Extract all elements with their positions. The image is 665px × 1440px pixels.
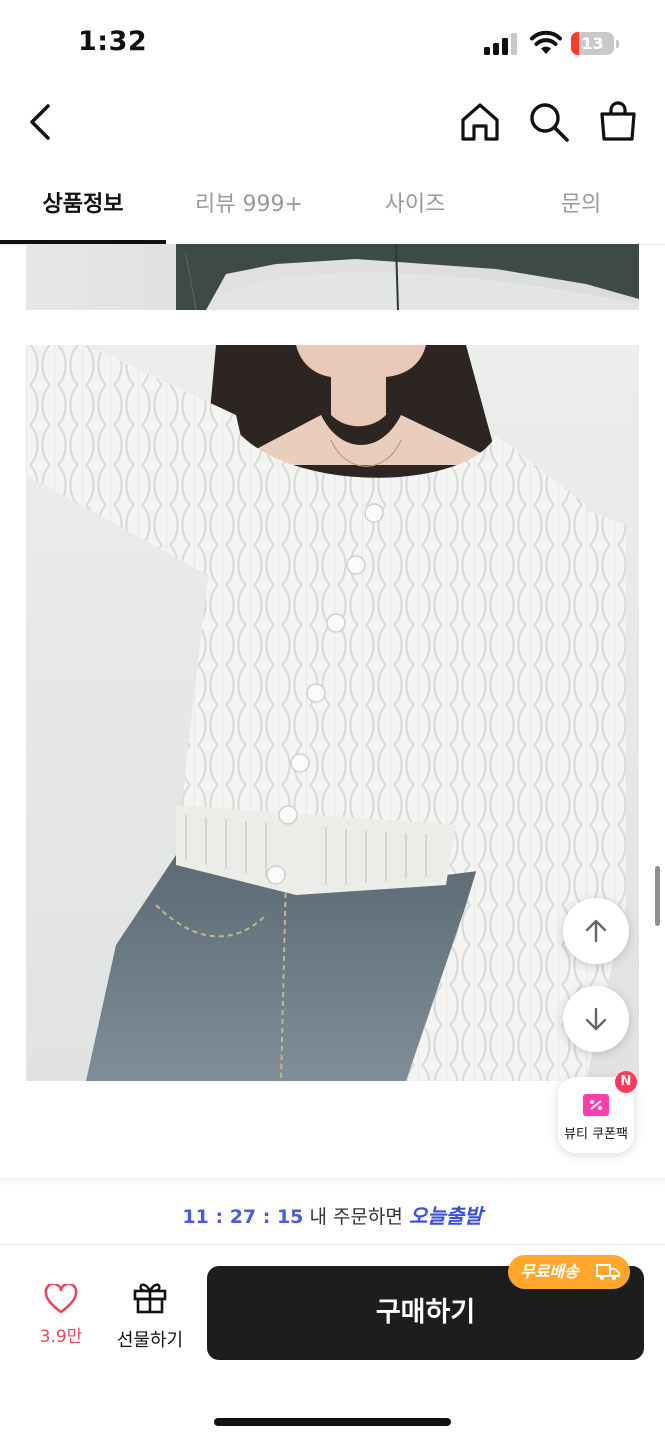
tab-reviews[interactable]: 리뷰 999+ xyxy=(166,176,332,244)
gift-button[interactable]: 선물하기 xyxy=(110,1280,190,1352)
tab-inquiry[interactable]: 문의 xyxy=(498,176,664,244)
gift-label: 선물하기 xyxy=(116,1330,184,1351)
coupon-icon xyxy=(583,1094,609,1116)
home-indicator xyxy=(214,1418,451,1426)
cart-button[interactable] xyxy=(596,100,640,144)
scroll-up-button[interactable] xyxy=(563,898,629,964)
tab-bar: 상품정보 리뷰 999+ 사이즈 문의 xyxy=(0,176,665,245)
same-day-shipping-label: 오늘출발 xyxy=(408,1204,483,1228)
status-time: 1:32 xyxy=(78,26,148,57)
battery-percent: 13 xyxy=(581,34,604,53)
like-button[interactable]: 3.9만 xyxy=(30,1282,92,1347)
heart-icon xyxy=(44,1282,78,1314)
new-badge: N xyxy=(615,1071,637,1093)
scrollbar[interactable] xyxy=(655,866,660,926)
search-icon xyxy=(530,103,569,142)
free-shipping-label: 무료배송 xyxy=(520,1262,579,1281)
tab-product-info[interactable]: 상품정보 xyxy=(0,176,166,244)
signal-icon xyxy=(484,33,517,55)
search-button[interactable] xyxy=(527,100,571,144)
back-button[interactable] xyxy=(20,100,64,144)
arrow-down-icon xyxy=(585,1007,607,1031)
gift-icon xyxy=(133,1283,167,1314)
order-text: 내 주문하면 xyxy=(309,1206,403,1228)
product-image-cardigan xyxy=(26,345,639,1081)
countdown-timer: 11 : 27 : 15 xyxy=(182,1206,304,1228)
product-image-top xyxy=(26,244,639,310)
home-icon xyxy=(461,103,499,141)
arrow-up-icon xyxy=(585,919,607,943)
coupon-label: 뷰티 쿠폰팩 xyxy=(564,1127,628,1142)
home-button[interactable] xyxy=(458,100,502,144)
shopping-bag-icon xyxy=(600,101,636,141)
delivery-countdown: 11 : 27 : 15 내 주문하면 오늘출발 xyxy=(0,1198,665,1234)
scroll-down-button[interactable] xyxy=(563,986,629,1052)
wifi-icon xyxy=(530,30,562,54)
divider xyxy=(0,1244,665,1245)
beauty-coupon-pack-button[interactable]: 뷰티 쿠폰팩 N xyxy=(558,1071,637,1153)
battery-indicator: 13 xyxy=(571,32,621,56)
tab-size[interactable]: 사이즈 xyxy=(332,176,498,244)
truck-icon xyxy=(596,1264,620,1280)
divider xyxy=(0,1178,665,1186)
free-shipping-badge: 무료배송 xyxy=(508,1255,630,1289)
like-count: 3.9만 xyxy=(39,1327,83,1347)
chevron-left-icon xyxy=(30,104,50,140)
